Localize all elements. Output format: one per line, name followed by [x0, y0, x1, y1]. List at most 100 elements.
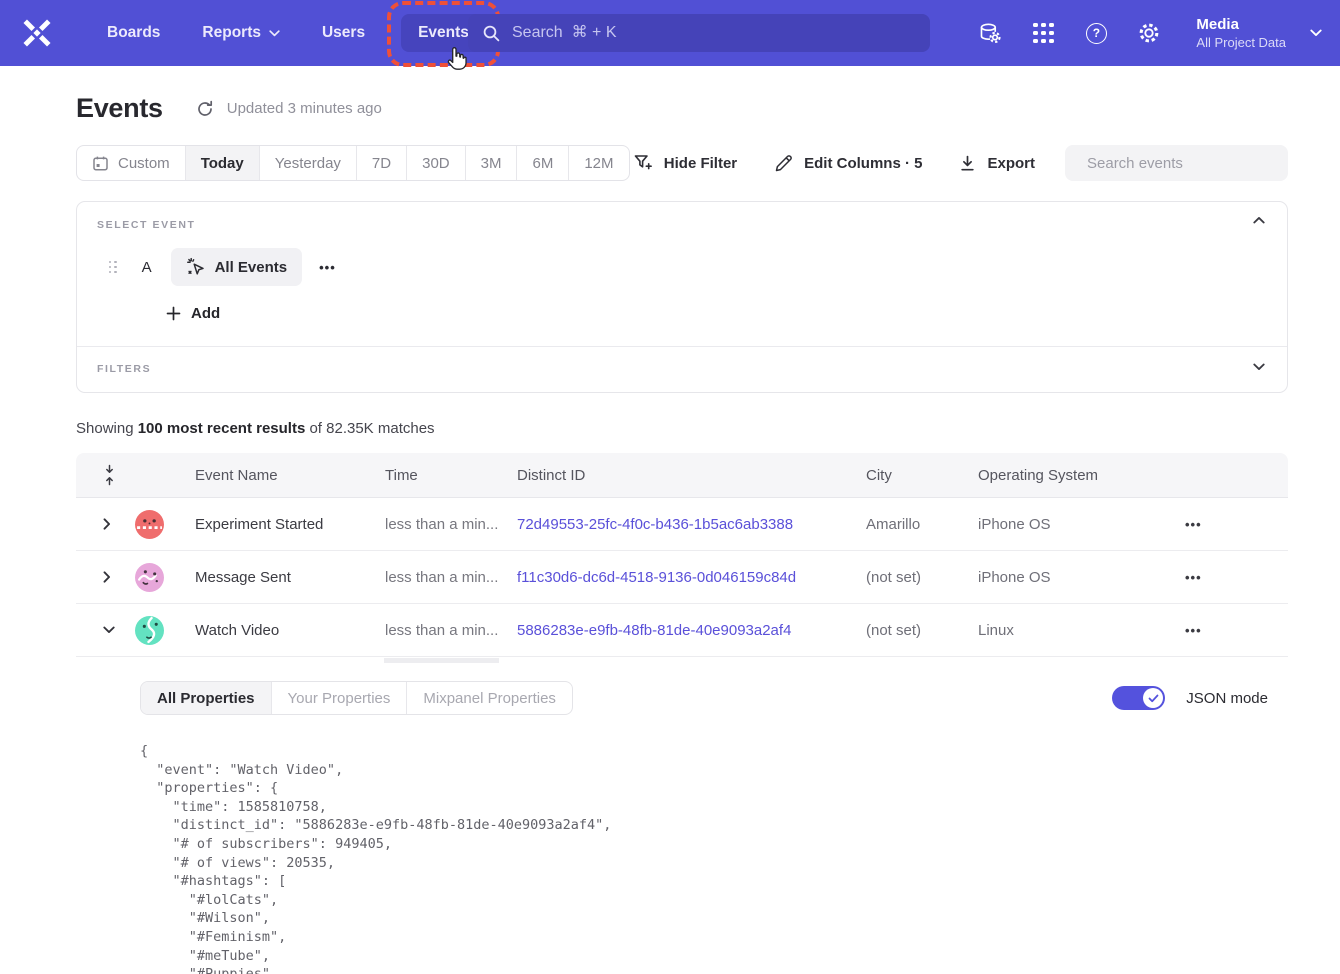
drag-handle-icon[interactable] [109, 261, 117, 274]
edit-columns-button[interactable]: Edit Columns · 5 [774, 154, 922, 173]
column-header-distinct-id[interactable]: Distinct ID [517, 467, 866, 484]
truncation-highlight [384, 658, 499, 663]
event-selector-chip[interactable]: All Events [171, 248, 303, 286]
chevron-down-icon [269, 30, 280, 37]
primary-nav: Boards Reports Users Events [86, 14, 486, 52]
collapse-section-button[interactable] [1253, 216, 1265, 224]
main-content: Events Updated 3 minutes ago Custom Toda… [0, 93, 1340, 974]
global-search-input[interactable] [512, 24, 916, 42]
tab-all-properties[interactable]: All Properties [141, 682, 271, 714]
results-summary: Showing 100 most recent results of 82.35… [76, 420, 1288, 437]
query-builder-card: SELECT EVENT A All Events ••• [76, 201, 1288, 393]
nav-item-users[interactable]: Users [301, 14, 386, 52]
column-header-time[interactable]: Time [385, 467, 517, 484]
city-cell: Amarillo [866, 516, 978, 533]
distinct-id-link[interactable]: f11c30d6-dc6d-4518-9136-0d046159c84d [517, 569, 866, 586]
date-option-30d[interactable]: 30D [406, 146, 465, 180]
date-option-6m[interactable]: 6M [516, 146, 568, 180]
table-row-experiment-started[interactable]: Experiment Started less than a min... 72… [76, 498, 1288, 551]
refresh-icon[interactable] [196, 100, 214, 118]
json-mode-toggle[interactable] [1112, 686, 1165, 710]
select-event-label: SELECT EVENT [97, 219, 1265, 231]
filters-section[interactable]: FILTERS [77, 346, 1287, 392]
date-option-today[interactable]: Today [185, 146, 259, 180]
event-name-cell: Watch Video [195, 622, 385, 639]
nav-item-boards[interactable]: Boards [86, 14, 181, 52]
export-button[interactable]: Export [959, 155, 1035, 172]
plus-icon [166, 306, 181, 321]
time-cell: less than a min... [385, 622, 517, 639]
date-option-yesterday[interactable]: Yesterday [259, 146, 356, 180]
column-header-city[interactable]: City [866, 467, 978, 484]
event-more-options-button[interactable]: ••• [319, 260, 336, 275]
data-management-icon[interactable] [978, 21, 1002, 45]
table-row-message-sent[interactable]: Message Sent less than a min... f11c30d6… [76, 551, 1288, 604]
mixpanel-logo-icon[interactable] [22, 18, 52, 48]
chevron-down-icon [103, 626, 115, 634]
event-name-cell: Experiment Started [195, 516, 385, 533]
events-table: Event Name Time Distinct ID City Operati… [76, 453, 1288, 974]
distinct-id-link[interactable]: 72d49553-25fc-4f0c-b436-1b5ac6ab3388 [517, 516, 866, 533]
table-header-row: Event Name Time Distinct ID City Operati… [76, 453, 1288, 498]
selected-event-name: All Events [215, 259, 288, 276]
sort-icon[interactable] [103, 464, 116, 486]
chevron-up-icon [1253, 216, 1265, 224]
sparkle-cursor-icon [186, 257, 206, 277]
filter-funnel-icon [633, 153, 653, 173]
date-option-custom[interactable]: Custom [77, 146, 185, 180]
expand-filters-button[interactable] [1253, 363, 1265, 371]
date-option-12m[interactable]: 12M [568, 146, 628, 180]
json-mode-label: JSON mode [1186, 690, 1268, 707]
last-updated-text: Updated 3 minutes ago [227, 100, 382, 117]
chevron-down-icon [1310, 29, 1322, 37]
json-view: { "event": "Watch Video", "properties": … [140, 742, 1288, 974]
mouse-cursor-icon [443, 46, 468, 73]
distinct-id-link[interactable]: 5886283e-e9fb-48fb-81de-40e9093a2af4 [517, 622, 866, 639]
search-events-input[interactable] [1087, 155, 1286, 172]
row-menu-button[interactable]: ••• [1185, 623, 1202, 638]
navbar-utilities: ? Media All Project Data [978, 0, 1322, 66]
time-cell: less than a min... [385, 516, 517, 533]
city-cell: (not set) [866, 622, 978, 639]
date-range-control: Custom Today Yesterday 7D 30D 3M 6M 12M [76, 145, 630, 181]
row-menu-button[interactable]: ••• [1185, 517, 1202, 532]
search-icon [482, 24, 501, 43]
hide-filter-button[interactable]: Hide Filter [633, 153, 737, 173]
global-search[interactable] [468, 14, 930, 52]
column-header-os[interactable]: Operating System [978, 467, 1160, 484]
project-switcher[interactable]: Media All Project Data [1196, 15, 1322, 51]
event-detail-panel: All Properties Your Properties Mixpanel … [76, 657, 1288, 974]
calendar-icon [92, 155, 109, 172]
row-menu-button[interactable]: ••• [1185, 570, 1202, 585]
search-events-field[interactable] [1065, 145, 1288, 181]
project-name: Media [1196, 15, 1286, 34]
tab-your-properties[interactable]: Your Properties [271, 682, 407, 714]
tab-mixpanel-properties[interactable]: Mixpanel Properties [406, 682, 572, 714]
collapse-row-button[interactable] [103, 626, 115, 634]
event-avatar [135, 616, 164, 645]
help-icon[interactable]: ? [1084, 21, 1108, 45]
event-avatar [135, 510, 164, 539]
download-icon [959, 155, 976, 172]
add-event-button[interactable]: Add [166, 305, 220, 322]
step-letter: A [142, 259, 155, 276]
page-title: Events [76, 93, 163, 124]
apps-grid-icon[interactable] [1031, 21, 1055, 45]
os-cell: iPhone OS [978, 516, 1160, 533]
top-navbar: Boards Reports Users Events [0, 0, 1340, 66]
event-name-cell: Message Sent [195, 569, 385, 586]
column-header-event-name[interactable]: Event Name [195, 467, 385, 484]
nav-item-reports[interactable]: Reports [181, 14, 301, 52]
os-cell: iPhone OS [978, 569, 1160, 586]
select-event-section: SELECT EVENT A All Events ••• [77, 202, 1287, 346]
date-option-7d[interactable]: 7D [356, 146, 406, 180]
table-row-watch-video[interactable]: Watch Video less than a min... 5886283e-… [76, 604, 1288, 657]
toggle-knob [1143, 688, 1163, 708]
settings-gear-icon[interactable] [1137, 21, 1161, 45]
check-icon [1148, 694, 1159, 703]
expand-row-button[interactable] [103, 571, 111, 583]
date-option-3m[interactable]: 3M [465, 146, 517, 180]
pencil-icon [774, 154, 793, 173]
expand-row-button[interactable] [103, 518, 111, 530]
chevron-down-icon [1253, 363, 1265, 371]
